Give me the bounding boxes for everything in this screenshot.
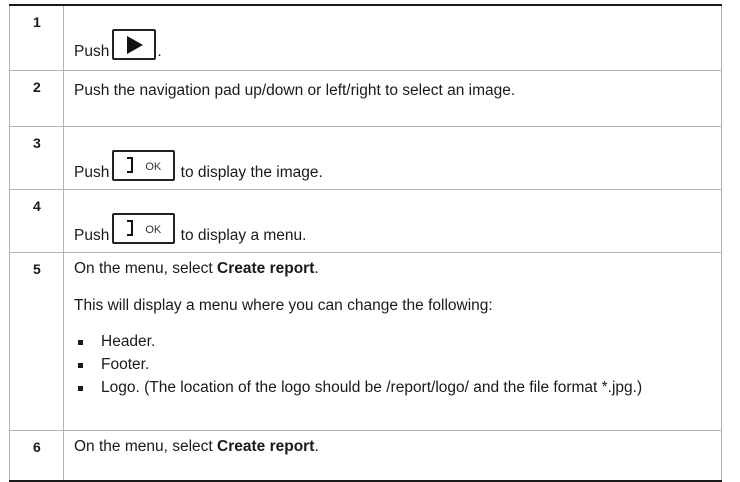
- ok-button-icon: OK: [112, 150, 176, 181]
- step-paragraph: This will display a menu where you can c…: [74, 297, 493, 314]
- push-label: Push: [74, 164, 110, 181]
- step-text: On the menu, select Create report.: [63, 430, 722, 482]
- step-sentence: Push the navigation pad up/down or left/…: [74, 82, 516, 99]
- step-number: 3: [9, 126, 64, 190]
- list-item: Footer.: [74, 355, 709, 375]
- menu-lead: On the menu, select: [74, 438, 213, 455]
- step-number: 1: [9, 4, 64, 71]
- list-item-text: Footer.: [101, 356, 150, 373]
- step-number: 5: [9, 252, 64, 431]
- ok-button-icon: OK: [112, 213, 176, 244]
- options-list: Header. Footer. Logo. (The location of t…: [74, 332, 709, 398]
- step-row: 1 Push.: [9, 4, 722, 71]
- step-row: 6 On the menu, select Create report.: [9, 430, 722, 482]
- step-suffix: .: [157, 43, 162, 60]
- step-text: Push the navigation pad up/down or left/…: [63, 70, 722, 127]
- step-suffix: .: [314, 260, 319, 277]
- step-suffix: to display the image.: [180, 164, 323, 181]
- list-item: Logo. (The location of the logo should b…: [74, 378, 709, 398]
- bullet-icon: [78, 386, 83, 391]
- bullet-icon: [78, 340, 83, 345]
- step-number: 4: [9, 189, 64, 253]
- step-suffix: .: [314, 438, 319, 455]
- menu-item-create-report: Create report: [217, 260, 315, 277]
- step-text: On the menu, select Create report. This …: [63, 252, 722, 431]
- step-text: Push.: [63, 4, 722, 71]
- step-row: 5 On the menu, select Create report. Thi…: [9, 252, 722, 431]
- step-row: 3 Push OK to display the image.: [9, 126, 722, 190]
- step-number: 6: [9, 430, 64, 482]
- list-item-text: Header.: [101, 333, 156, 350]
- bullet-icon: [78, 363, 83, 368]
- push-label: Push: [74, 227, 110, 244]
- play-button-icon: [112, 29, 157, 60]
- step-suffix: to display a menu.: [180, 227, 307, 244]
- push-label: Push: [74, 43, 110, 60]
- step-text: Push OK to display a menu.: [63, 189, 722, 253]
- step-number: 2: [9, 70, 64, 127]
- step-text: Push OK to display the image.: [63, 126, 722, 190]
- list-item-text: Logo. (The location of the logo should b…: [101, 379, 643, 396]
- list-item: Header.: [74, 332, 709, 352]
- ok-key-label: OK: [145, 161, 162, 173]
- ok-key-label: OK: [145, 224, 162, 236]
- step-row: 4 Push OK to display a menu.: [9, 189, 722, 253]
- step-sentence: On the menu, select Create report.: [74, 437, 709, 457]
- step-row: 2 Push the navigation pad up/down or lef…: [9, 70, 722, 127]
- menu-item-create-report: Create report: [217, 438, 315, 455]
- step-sentence: On the menu, select Create report.: [74, 259, 709, 279]
- menu-lead: On the menu, select: [74, 260, 213, 277]
- steps-table: 1 Push. 2 Push the navigation pad up/dow…: [9, 4, 722, 482]
